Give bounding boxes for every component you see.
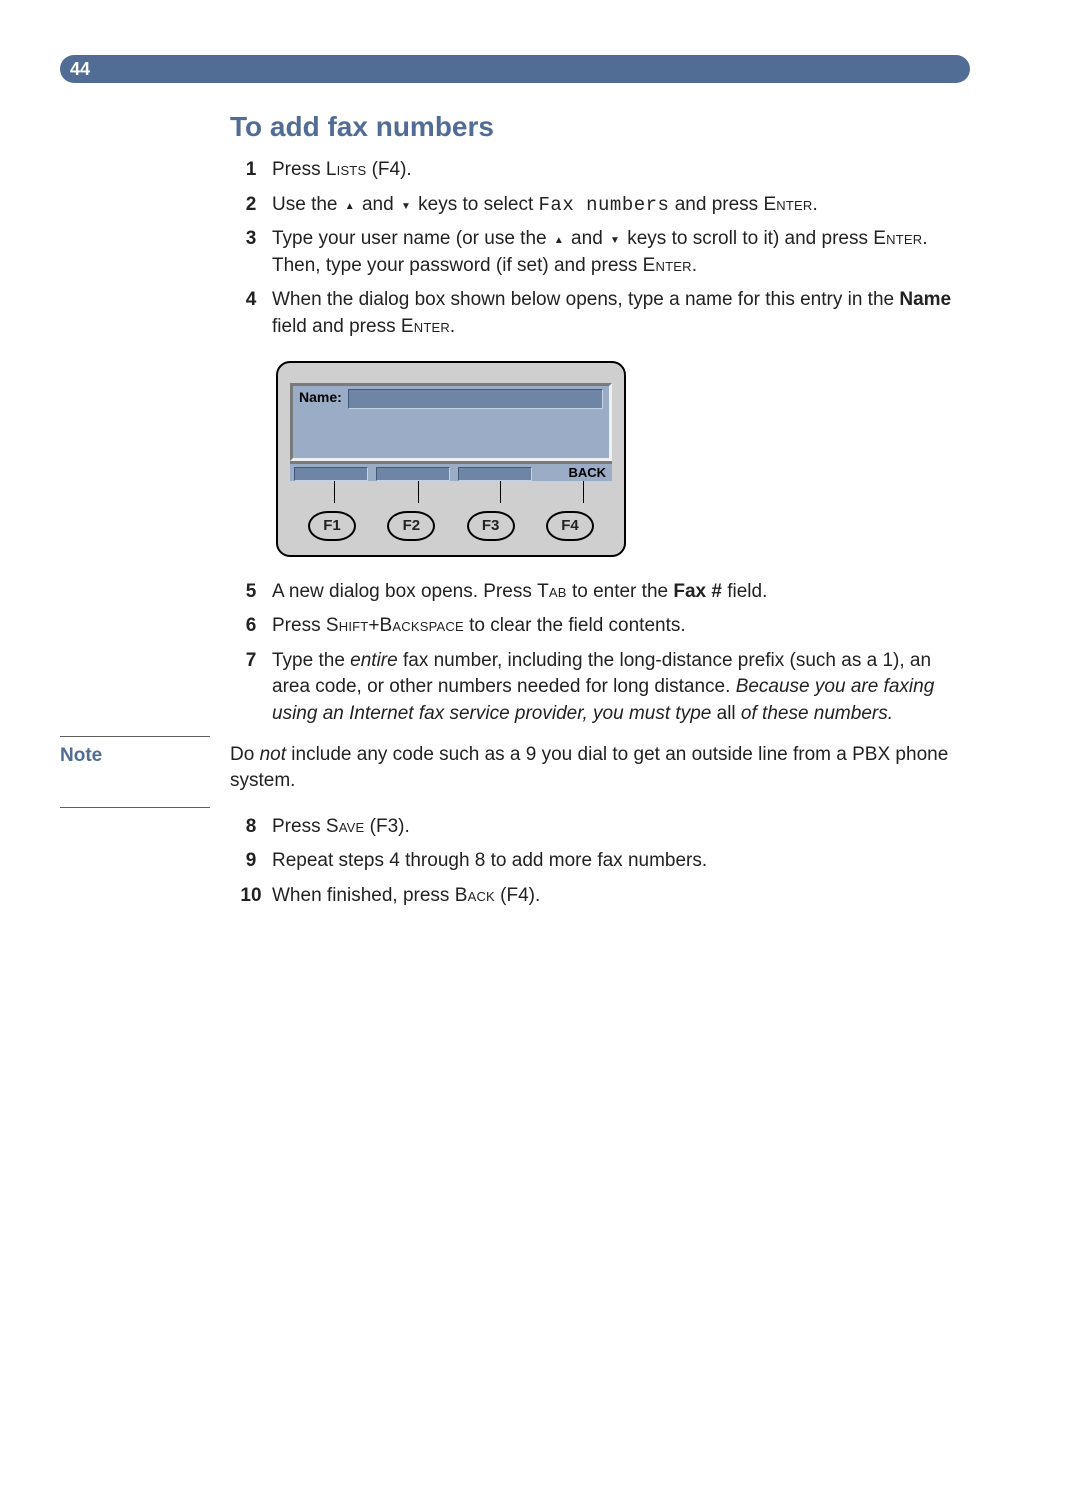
tick-line	[418, 481, 419, 503]
page-number-bar: 44	[60, 55, 970, 83]
note-block: Note Do not include any code such as a 9…	[60, 736, 970, 808]
step-8: 8 Press Save (F3).	[230, 814, 970, 841]
dialog-name-label: Name:	[299, 389, 342, 405]
softkey-slot	[458, 467, 532, 481]
page: 44 To add fax numbers 1 Press Lists (F4)…	[0, 0, 1080, 977]
step-body: Type the entire fax number, including th…	[272, 648, 970, 728]
step-body: Use the ▲ and ▼ keys to select Fax numbe…	[272, 192, 970, 219]
step-1: 1 Press Lists (F4).	[230, 157, 970, 184]
step-number: 6	[230, 613, 272, 640]
softkey-slot	[294, 467, 368, 481]
mono-text: Fax numbers	[539, 194, 670, 216]
fkey-button: F3	[467, 511, 515, 541]
dialog-back-label: BACK	[568, 465, 606, 480]
key-label: Backspace	[380, 615, 464, 636]
dialog-frame: Name: BACK F1 F2 F	[276, 361, 626, 557]
tick-line	[334, 481, 335, 503]
step-number: 5	[230, 579, 272, 606]
key-label: Lists	[326, 159, 366, 180]
step-list-continued: 5 A new dialog box opens. Press Tab to e…	[230, 579, 970, 728]
step-body: Repeat steps 4 through 8 to add more fax…	[272, 848, 970, 875]
tick-line	[583, 481, 584, 503]
field-name: Name	[899, 289, 951, 310]
step-body: Press Lists (F4).	[272, 157, 970, 184]
step-number: 7	[230, 648, 272, 675]
dialog-ticks	[290, 481, 612, 511]
step-list: 1 Press Lists (F4). 2 Use the ▲ and ▼ ke…	[230, 157, 970, 341]
fkey-button: F2	[387, 511, 435, 541]
step-10: 10 When finished, press Back (F4).	[230, 883, 970, 910]
key-label: Back	[455, 885, 495, 906]
step-body: Press Shift+Backspace to clear the field…	[272, 613, 970, 640]
down-arrow-icon: ▼	[399, 201, 413, 212]
key-label: Save	[326, 816, 365, 837]
step-6: 6 Press Shift+Backspace to clear the fie…	[230, 613, 970, 640]
down-arrow-icon: ▼	[608, 235, 622, 246]
dialog-screen: Name:	[290, 383, 612, 461]
step-body: When the dialog box shown below opens, t…	[272, 287, 970, 340]
step-number: 3	[230, 226, 272, 253]
key-label: Enter	[401, 316, 450, 337]
dialog-softkey-bar: BACK	[290, 461, 612, 481]
note-body: Do not include any code such as a 9 you …	[230, 736, 970, 795]
step-9: 9 Repeat steps 4 through 8 to add more f…	[230, 848, 970, 875]
step-number: 2	[230, 192, 272, 219]
step-body: Type your user name (or use the ▲ and ▼ …	[272, 226, 970, 279]
key-label: Enter	[873, 228, 922, 249]
key-label: Enter	[643, 255, 692, 276]
step-2: 2 Use the ▲ and ▼ keys to select Fax num…	[230, 192, 970, 219]
dialog-name-input	[348, 389, 603, 409]
fkey-button: F4	[546, 511, 594, 541]
step-number: 8	[230, 814, 272, 841]
fkey-button: F1	[308, 511, 356, 541]
step-4: 4 When the dialog box shown below opens,…	[230, 287, 970, 340]
step-number: 1	[230, 157, 272, 184]
step-body: Press Save (F3).	[272, 814, 970, 841]
dialog-fkey-row: F1 F2 F3 F4	[290, 511, 612, 547]
step-number: 4	[230, 287, 272, 314]
step-number: 10	[230, 883, 272, 910]
step-body: A new dialog box opens. Press Tab to ent…	[272, 579, 970, 606]
section-title: To add fax numbers	[230, 111, 970, 143]
step-5: 5 A new dialog box opens. Press Tab to e…	[230, 579, 970, 606]
note-label: Note	[60, 736, 210, 808]
content-column: To add fax numbers 1 Press Lists (F4). 2…	[230, 111, 970, 909]
step-number: 9	[230, 848, 272, 875]
step-3: 3 Type your user name (or use the ▲ and …	[230, 226, 970, 279]
field-name: Fax #	[673, 581, 722, 602]
step-body: When finished, press Back (F4).	[272, 883, 970, 910]
page-number: 44	[70, 59, 90, 80]
softkey-slot	[376, 467, 450, 481]
key-label: Shift	[326, 615, 369, 636]
step-7: 7 Type the entire fax number, including …	[230, 648, 970, 728]
key-label: Enter	[763, 194, 812, 215]
up-arrow-icon: ▲	[343, 201, 357, 212]
step-list-final: 8 Press Save (F3). 9 Repeat steps 4 thro…	[230, 814, 970, 910]
tick-line	[500, 481, 501, 503]
dialog-illustration: Name: BACK F1 F2 F	[276, 361, 970, 557]
key-label: Tab	[537, 581, 567, 602]
up-arrow-icon: ▲	[552, 235, 566, 246]
